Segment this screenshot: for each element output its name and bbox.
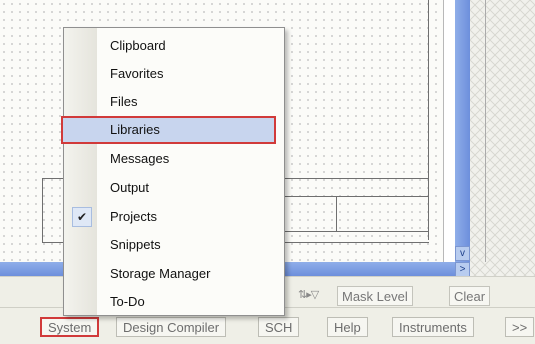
menu-item-libraries[interactable]: Libraries xyxy=(61,116,276,144)
menu-item-to-do[interactable]: To-Do xyxy=(64,288,284,316)
menu-item-label: Storage Manager xyxy=(110,266,211,281)
tab-sch[interactable]: SCH xyxy=(258,317,300,337)
menu-item-label: Output xyxy=(110,180,150,195)
menu-item-label: Projects xyxy=(110,209,157,224)
menu-item-label: Libraries xyxy=(110,122,160,137)
menu-item-label: Files xyxy=(110,94,138,109)
system-panels-menu: Clipboard Favorites Files Libraries Mess… xyxy=(61,27,285,316)
filter-icon[interactable]: ⇅▸▽ xyxy=(298,288,319,301)
menu-item-label: Messages xyxy=(110,151,170,166)
schematic-wire xyxy=(284,196,429,197)
menu-item-label: Clipboard xyxy=(110,38,166,53)
menu-item-label: To-Do xyxy=(110,294,145,309)
menu-item-messages[interactable]: Messages xyxy=(64,145,284,173)
menu-item-clipboard[interactable]: Clipboard xyxy=(64,32,284,60)
schematic-wire xyxy=(42,178,43,242)
menu-item-projects[interactable]: ✔ Projects xyxy=(64,203,284,231)
menu-item-snippets[interactable]: Snippets xyxy=(64,231,284,259)
canvas-frame-border xyxy=(428,0,429,240)
mask-level-button[interactable]: Mask Level xyxy=(337,286,413,306)
schematic-wire xyxy=(284,242,429,243)
menu-item-label: Favorites xyxy=(110,66,164,81)
selection-highlight xyxy=(61,116,276,144)
scroll-down-button[interactable]: v xyxy=(455,246,470,261)
menu-item-storage-manager[interactable]: Storage Manager xyxy=(64,260,284,288)
schematic-wire xyxy=(336,196,337,231)
tab-system[interactable]: System xyxy=(40,317,100,337)
clear-button[interactable]: Clear xyxy=(449,286,491,306)
schematic-wire xyxy=(284,231,429,232)
right-dock-panel xyxy=(470,0,535,290)
schematic-wire xyxy=(42,242,64,243)
tab-design-compiler[interactable]: Design Compiler xyxy=(116,317,227,337)
tab-more[interactable]: >> xyxy=(505,317,535,337)
vertical-scrollbar[interactable]: v xyxy=(455,0,470,262)
checkmark-icon: ✔ xyxy=(72,207,92,227)
menu-item-label: Snippets xyxy=(110,237,161,252)
menu-item-favorites[interactable]: Favorites xyxy=(64,60,284,88)
panel-divider xyxy=(485,0,486,262)
schematic-wire xyxy=(42,178,64,179)
schematic-wire xyxy=(284,178,429,179)
tab-help[interactable]: Help xyxy=(327,317,368,337)
scroll-right-button[interactable]: > xyxy=(455,262,470,277)
menu-item-output[interactable]: Output xyxy=(64,174,284,202)
menu-item-files[interactable]: Files xyxy=(64,88,284,116)
tab-instruments[interactable]: Instruments xyxy=(392,317,474,337)
